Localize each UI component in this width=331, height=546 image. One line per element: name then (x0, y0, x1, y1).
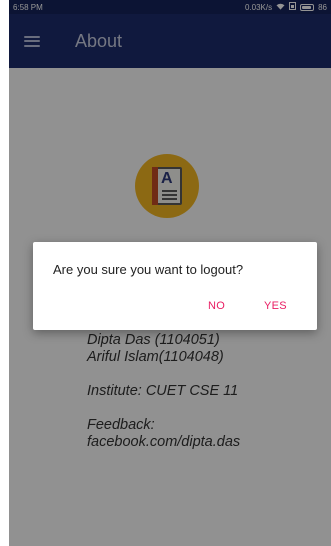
logout-dialog: Are you sure you want to logout? NO YES (33, 242, 317, 330)
no-button[interactable]: NO (208, 300, 225, 312)
yes-button[interactable]: YES (264, 300, 287, 312)
dialog-message: Are you sure you want to logout? (53, 262, 244, 277)
app-screen: 6:58 PM 0.03K/s 86 About A Dipta Das (11… (9, 0, 331, 546)
